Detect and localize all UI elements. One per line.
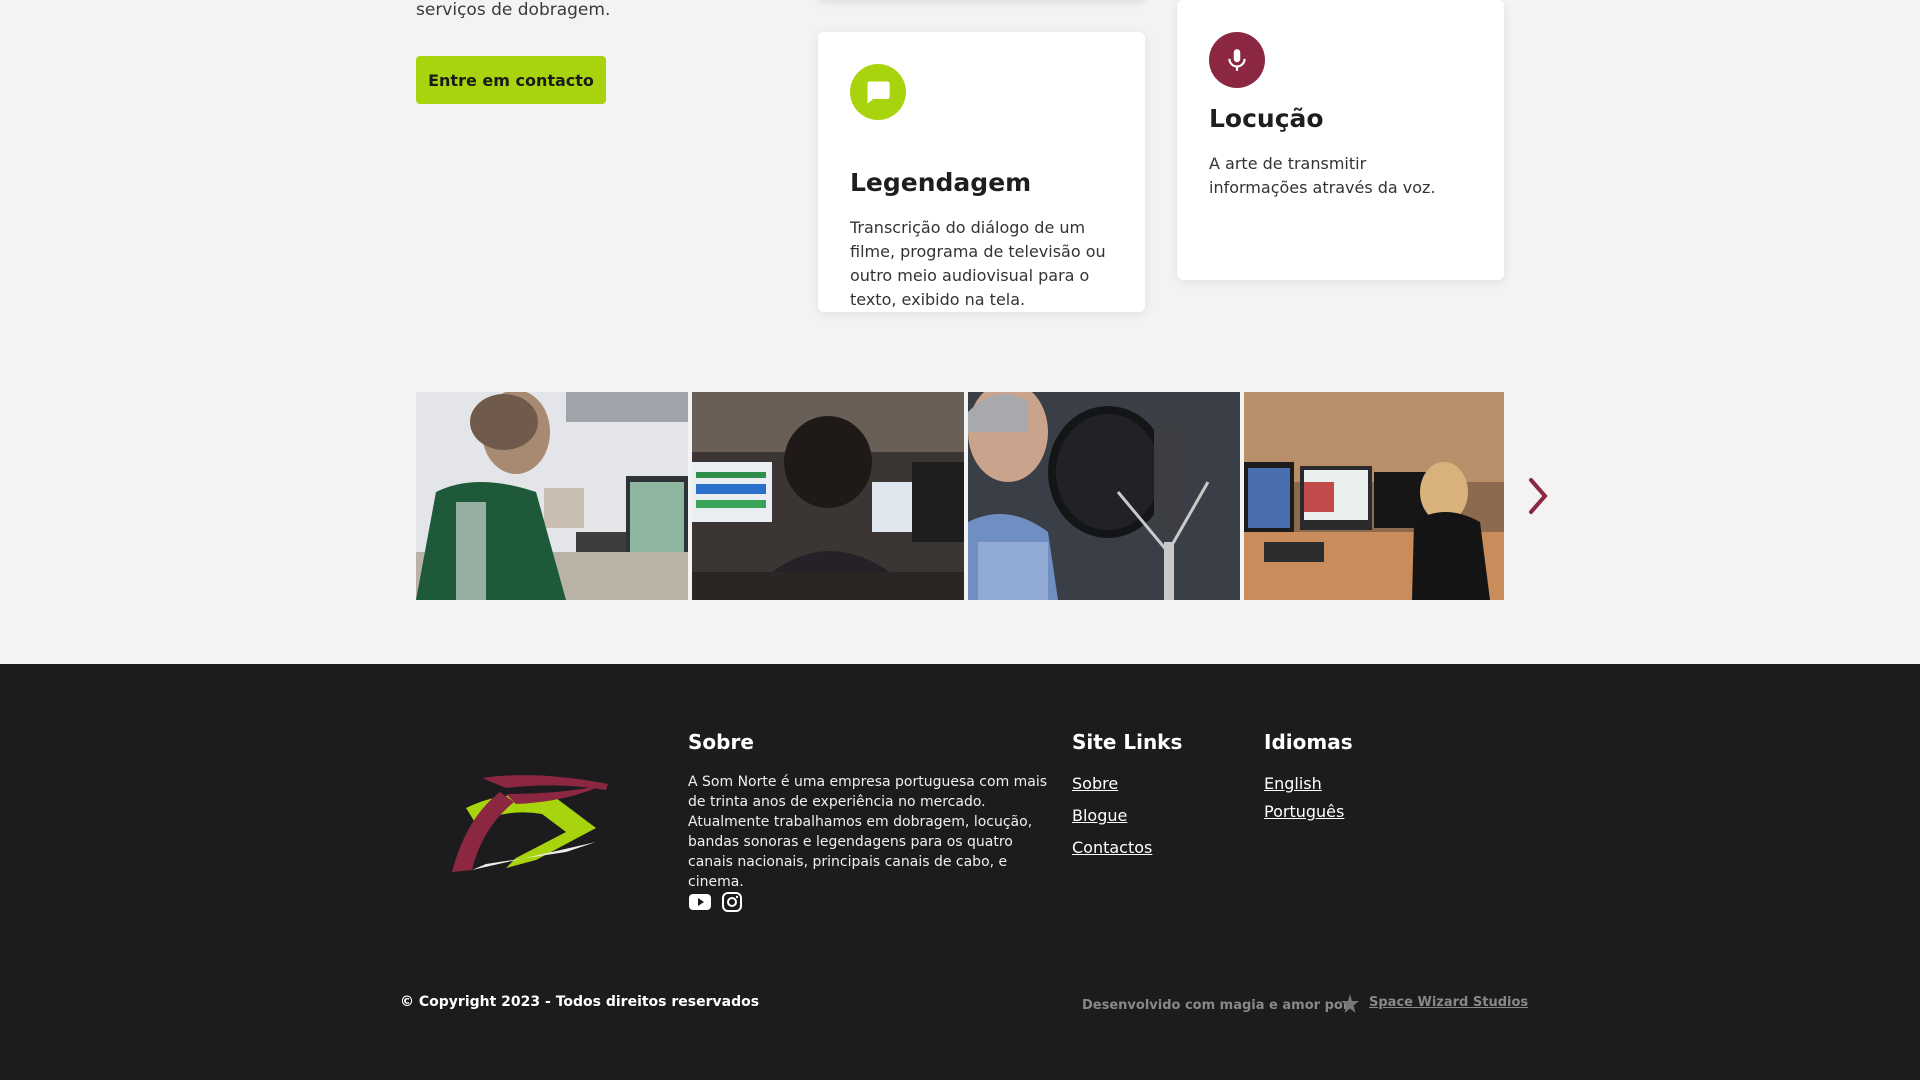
space-wizard-studios-link[interactable]: Space Wizard Studios [1369, 995, 1528, 1010]
instagram-icon[interactable] [720, 890, 744, 914]
gallery-photo[interactable] [692, 392, 964, 600]
footer-site-links-title: Site Links [1072, 730, 1183, 754]
copyright-text: © Copyright 2023 - Todos direitos reserv… [400, 994, 760, 1010]
wizard-icon [1338, 992, 1362, 1016]
language-portugues-link[interactable]: Português [1264, 802, 1344, 821]
footer-link-sobre[interactable]: Sobre [1072, 774, 1118, 793]
chat-bubble-icon [850, 64, 906, 120]
som-norte-logo[interactable] [446, 768, 612, 878]
gallery-photo[interactable] [416, 392, 688, 600]
gallery-next-button[interactable] [1518, 472, 1558, 520]
footer-sobre-text: A Som Norte é uma empresa portuguesa com… [688, 774, 1048, 890]
language-english-link[interactable]: English [1264, 774, 1322, 793]
contact-button[interactable]: Entre em contacto [416, 56, 606, 104]
service-description: Transcrição do diálogo de um filme, prog… [850, 218, 1106, 309]
footer-link-blogue[interactable]: Blogue [1072, 806, 1127, 825]
service-description: A arte de transmitir informações através… [1209, 154, 1436, 197]
intro-text: serviços de dobragem. [416, 0, 611, 20]
photo-gallery [416, 392, 1504, 600]
chevron-right-icon [1529, 478, 1548, 514]
service-title: Locução [1209, 104, 1324, 133]
service-title: Legendagem [850, 168, 1032, 197]
site-footer: Sobre A Som Norte é uma empresa portugue… [0, 664, 1920, 1080]
footer-idiomas-title: Idiomas [1264, 730, 1353, 754]
gallery-photo[interactable] [968, 392, 1240, 600]
service-card-legendagem: Legendagem Transcrição do diálogo de um … [818, 32, 1145, 312]
service-card-locucao: Locução A arte de transmitir informações… [1177, 0, 1504, 280]
developer-credit-text: Desenvolvido com magia e amor por [1082, 998, 1350, 1013]
footer-sobre-title: Sobre [688, 730, 754, 754]
footer-link-contactos[interactable]: Contactos [1072, 838, 1152, 857]
microphone-icon [1209, 32, 1265, 88]
gallery-photo[interactable] [1244, 392, 1504, 600]
youtube-icon[interactable] [688, 890, 712, 914]
